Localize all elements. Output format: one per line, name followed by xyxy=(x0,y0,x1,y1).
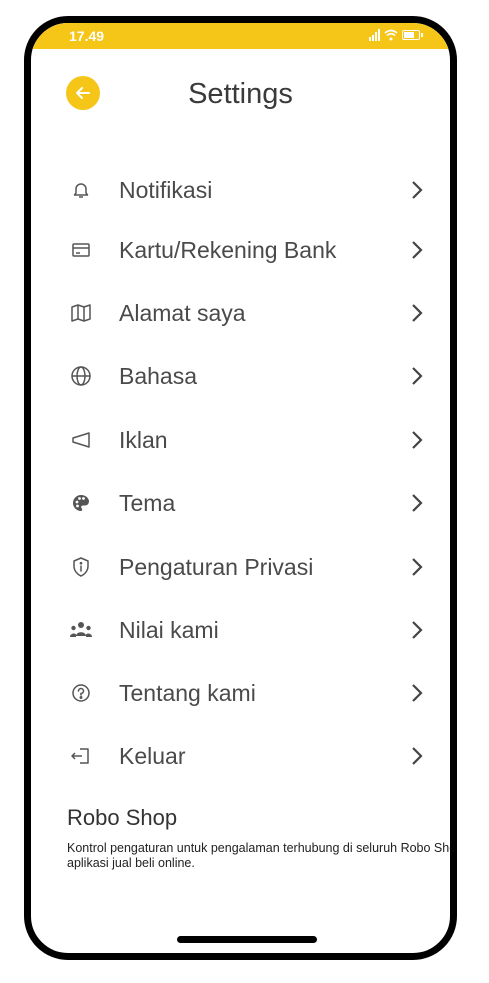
chevron-right-icon xyxy=(410,618,424,642)
menu-item-keluar[interactable]: Keluar xyxy=(31,736,450,776)
menu-item-bahasa[interactable]: Bahasa xyxy=(31,356,450,396)
battery-icon xyxy=(402,30,423,40)
chevron-right-icon xyxy=(410,364,424,388)
menu-item-label: Keluar xyxy=(119,742,186,769)
wifi-icon xyxy=(384,29,398,41)
map-icon xyxy=(69,301,93,325)
menu-item-label: Bahasa xyxy=(119,362,198,389)
menu-item-alamat-saya[interactable]: Alamat saya xyxy=(31,293,450,333)
phone-frame: 17.49 Settings Notifikasi Kartu/Rekening… xyxy=(24,16,457,960)
menu-item-notifikasi[interactable]: Notifikasi xyxy=(31,170,450,210)
chevron-right-icon xyxy=(410,238,424,262)
footer-description: Kontrol pengaturan untuk pengalaman terh… xyxy=(67,841,457,870)
status-time: 17.49 xyxy=(69,28,105,44)
chevron-right-icon xyxy=(410,555,424,579)
globe-icon xyxy=(69,364,93,388)
people-icon xyxy=(69,618,93,642)
chevron-right-icon xyxy=(410,744,424,768)
menu-item-iklan[interactable]: Iklan xyxy=(31,420,450,460)
footer-title: Robo Shop xyxy=(67,805,178,830)
bell-icon xyxy=(69,178,93,202)
menu-item-label: Alamat saya xyxy=(119,299,246,326)
chevron-right-icon xyxy=(410,428,424,452)
home-indicator[interactable] xyxy=(177,936,317,943)
menu-item-label: Tentang kami xyxy=(119,679,256,706)
shield-info-icon xyxy=(69,555,93,579)
chevron-right-icon xyxy=(410,301,424,325)
menu-item-pengaturan-privasi[interactable]: Pengaturan Privasi xyxy=(31,547,450,587)
menu-item-tema[interactable]: Tema xyxy=(31,483,450,523)
chevron-right-icon xyxy=(410,491,424,515)
megaphone-icon xyxy=(69,428,93,452)
logout-icon xyxy=(69,744,93,768)
menu-item-nilai-kami[interactable]: Nilai kami xyxy=(31,610,450,650)
chevron-right-icon xyxy=(410,178,424,202)
menu-item-label: Pengaturan Privasi xyxy=(119,553,314,580)
signal-icon xyxy=(369,29,380,41)
status-bar: 17.49 xyxy=(31,23,450,49)
menu-item-tentang-kami[interactable]: Tentang kami xyxy=(31,673,450,713)
palette-icon xyxy=(69,491,93,515)
menu-item-label: Nilai kami xyxy=(119,616,219,643)
page-title: Settings xyxy=(188,78,293,110)
chevron-right-icon xyxy=(410,681,424,705)
status-icons xyxy=(369,29,423,41)
menu-item-label: Iklan xyxy=(119,426,168,453)
menu-item-label: Kartu/Rekening Bank xyxy=(119,236,337,263)
credit-card-icon xyxy=(69,238,93,262)
menu-item-label: Tema xyxy=(119,489,176,516)
menu-item-kartu-rekening-bank[interactable]: Kartu/Rekening Bank xyxy=(31,230,450,270)
help-circle-icon xyxy=(69,681,93,705)
menu-item-label: Notifikasi xyxy=(119,176,213,203)
